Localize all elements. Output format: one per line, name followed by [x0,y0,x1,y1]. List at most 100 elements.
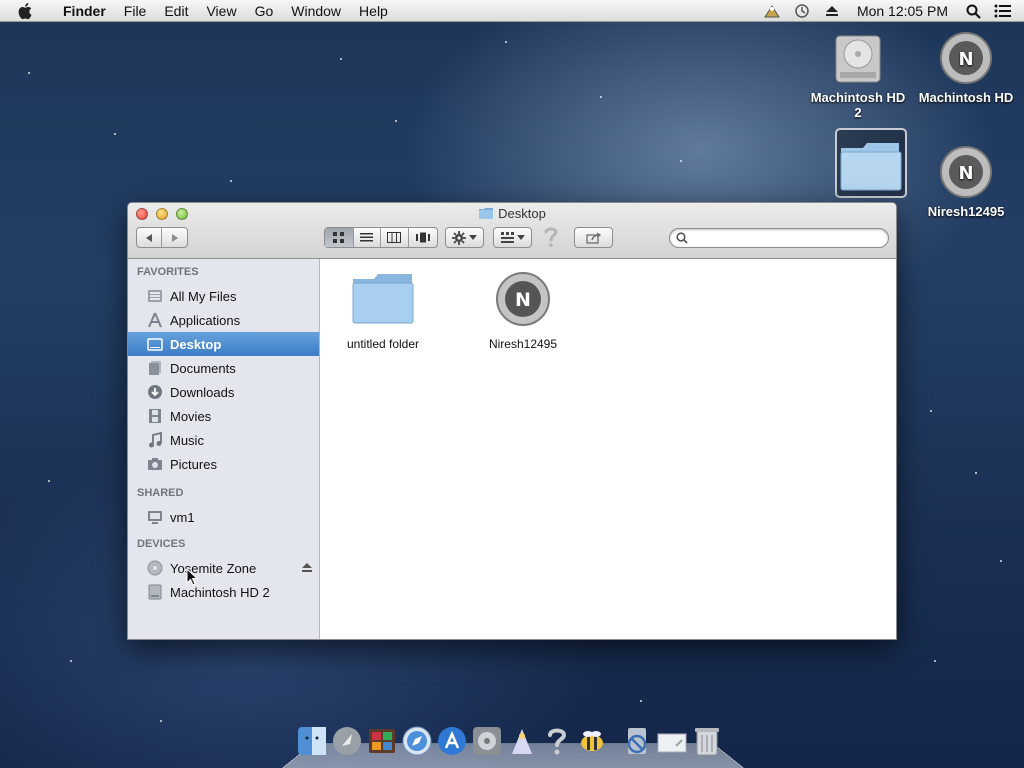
menu-edit[interactable]: Edit [155,0,197,22]
sidebar-item-label: Desktop [170,336,222,352]
search-field[interactable] [669,228,889,248]
documents-stack-dock-icon[interactable] [656,724,688,758]
blocked-app-dock-icon[interactable] [621,724,653,758]
applications-icon [146,311,164,329]
share-button[interactable] [574,227,613,248]
photo-booth-dock-icon[interactable] [366,724,398,758]
icon-view-icon [333,232,345,243]
sidebar-item-label: Pictures [170,456,217,472]
action-menu-button[interactable] [445,227,484,248]
menu-app-name[interactable]: Finder [54,0,115,22]
chevron-down-icon [516,234,525,240]
menu-help[interactable]: Help [350,0,397,22]
sidebar-item-applications[interactable]: Applications [128,308,319,332]
menu-go[interactable]: Go [246,0,283,22]
sidebar-item-yosemite-zone[interactable]: Yosemite Zone [128,556,319,580]
folder-icon [479,208,494,219]
sidebar-item-label: vm1 [170,509,195,525]
sidebar-item-movies[interactable]: Movies [128,404,319,428]
svg-text:N: N [515,289,531,311]
search-input[interactable] [692,231,882,245]
back-arrow-icon [146,233,152,242]
star [680,160,682,162]
sidebar-section-favorites: FAVORITES [137,266,199,278]
menu-clock[interactable]: Mon 12:05 PM [847,3,958,19]
trash-dock-icon[interactable] [691,724,723,758]
app-store-dock-icon[interactable] [436,724,468,758]
sidebar-section-shared: SHARED [137,487,184,499]
sidebar-item-documents[interactable]: Documents [128,356,319,380]
cover-flow-button[interactable] [409,228,437,247]
back-button[interactable] [137,228,163,247]
wizard-dock-icon[interactable] [506,724,538,758]
view-mode-control [324,227,438,248]
star [28,72,30,74]
arrange-grid-icon [500,232,514,243]
star [230,180,232,182]
column-view-button[interactable] [381,228,409,247]
search-icon [676,232,688,244]
desktop-icon-label: Niresh12495 [927,204,1005,219]
all-files-icon [146,287,164,305]
svg-text:N: N [958,49,973,70]
icon-view-button[interactable] [325,228,354,247]
spotlight-search-icon[interactable] [958,0,988,22]
time-machine-icon[interactable] [787,0,817,22]
forward-button[interactable] [162,228,187,247]
desktop-icon-machintosh-hd-2[interactable]: Machintosh HD 2 [808,30,908,120]
pictures-icon [146,455,164,473]
window-title-text: Desktop [498,206,546,221]
sidebar-item-vm1[interactable]: vm1 [128,505,319,529]
menu-window[interactable]: Window [282,0,350,22]
sidebar-item-machintosh-hd-2[interactable]: Machintosh HD 2 [128,580,319,604]
chevron-down-icon [469,234,477,240]
file-item-untitled-folder[interactable]: untitled folder [328,271,438,351]
menu-view[interactable]: View [197,0,245,22]
list-view-button[interactable] [354,228,382,247]
documents-icon [146,359,164,377]
star [160,720,162,722]
niresh-disk-icon: N [938,30,994,86]
wizard-menu-icon[interactable] [757,0,787,22]
sidebar-item-label: Machintosh HD 2 [170,584,270,600]
sidebar-item-label: Applications [170,312,241,328]
music-icon [146,431,164,449]
sidebar-item-label: Downloads [170,384,235,400]
sidebar-item-music[interactable]: Music [128,428,319,452]
computer-icon [146,508,164,526]
column-view-icon [387,232,402,243]
desktop-icon-machintosh-hd[interactable]: N Machintosh HD [916,30,1016,105]
finder-dock-icon[interactable] [296,724,328,758]
launchpad-dock-icon[interactable] [331,724,363,758]
sidebar-item-desktop[interactable]: Desktop [128,332,319,356]
apple-menu-icon[interactable] [18,2,40,20]
desktop-icon-niresh12495[interactable]: N Niresh12495 [916,144,1016,219]
cover-flow-icon [415,232,430,243]
system-preferences-dock-icon[interactable] [471,724,503,758]
desktop-folder-selected[interactable] [835,128,907,198]
back-forward-control [136,227,188,248]
eject-icon[interactable] [301,561,313,576]
menu-bar: Finder File Edit View Go Window Help Mon… [0,0,1024,22]
menu-file[interactable]: File [115,0,156,22]
star [1000,560,1002,562]
file-item-niresh12495[interactable]: N Niresh12495 [468,271,578,351]
arrange-menu-button[interactable] [493,227,532,248]
sidebar-item-all-my-files[interactable]: All My Files [128,284,319,308]
sidebar-item-downloads[interactable]: Downloads [128,380,319,404]
sidebar-item-pictures[interactable]: Pictures [128,452,319,476]
help-dock-icon[interactable] [541,724,573,758]
star [600,96,602,98]
notification-center-icon[interactable] [988,0,1018,22]
movies-icon [146,407,164,425]
bee-app-dock-icon[interactable] [576,724,608,758]
eject-menu-icon[interactable] [817,0,847,22]
file-item-label: untitled folder [346,337,420,351]
sidebar: FAVORITES All My Files Applications Desk… [128,259,320,639]
gear-icon [452,230,466,245]
help-icon[interactable] [541,225,561,249]
window-title: Desktop [128,206,896,221]
safari-dock-icon[interactable] [401,724,433,758]
star [930,410,932,412]
dock-icons [296,724,723,758]
